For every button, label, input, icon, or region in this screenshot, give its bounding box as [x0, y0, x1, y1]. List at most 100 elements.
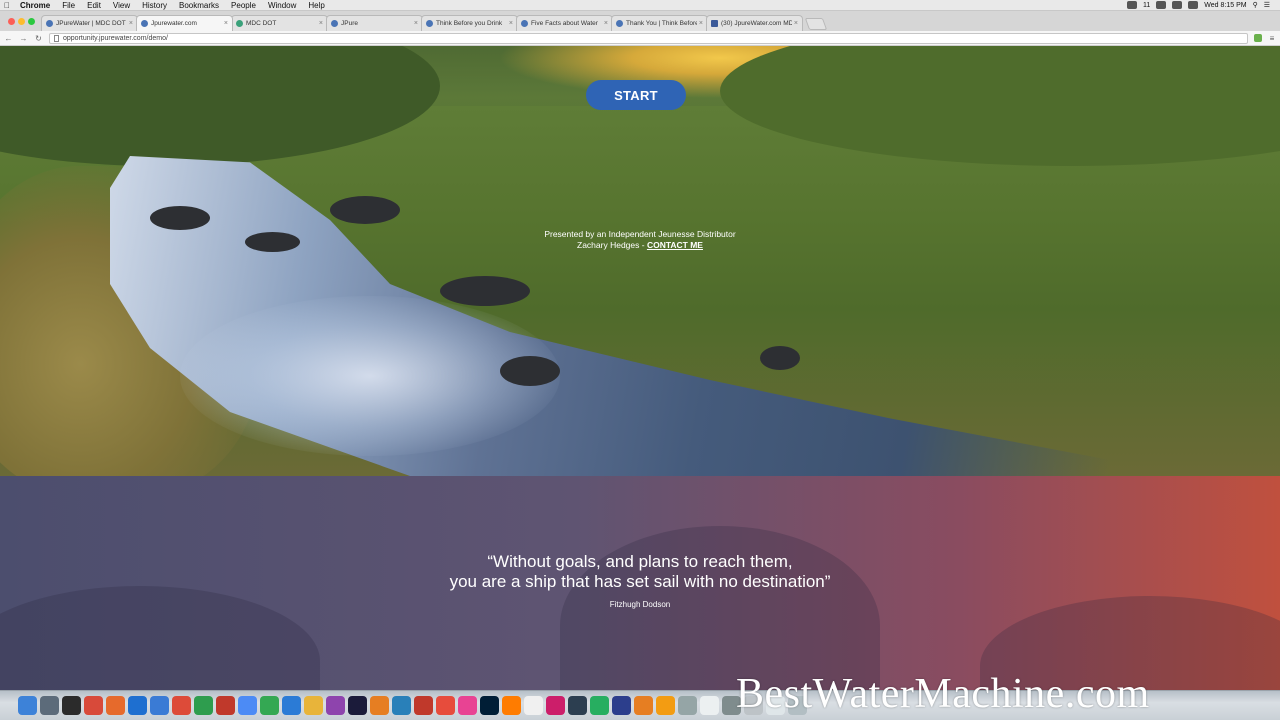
- close-tab-icon[interactable]: ×: [794, 20, 798, 27]
- menubar-clock[interactable]: Wed 8:15 PM: [1204, 2, 1246, 9]
- menu-app-name[interactable]: Chrome: [14, 0, 56, 11]
- dock-app-icon[interactable]: [348, 696, 367, 715]
- facebook-icon: [711, 20, 718, 27]
- dock-app-icon[interactable]: [260, 696, 279, 715]
- dock-app-icon[interactable]: [568, 696, 587, 715]
- close-tab-icon[interactable]: ×: [509, 20, 513, 27]
- dock-app-icon[interactable]: [590, 696, 609, 715]
- dock-app-icon[interactable]: [678, 696, 697, 715]
- address-bar[interactable]: opportunity.jpurewater.com/demo/: [49, 32, 1248, 44]
- dropbox-icon[interactable]: [1127, 1, 1138, 9]
- reload-icon[interactable]: ↻: [34, 34, 43, 43]
- rock: [245, 232, 300, 252]
- menu-edit[interactable]: Edit: [81, 0, 107, 11]
- rock: [330, 196, 400, 224]
- menu-history[interactable]: History: [136, 0, 173, 11]
- tab-title: JPure: [341, 20, 358, 27]
- close-window-icon[interactable]: [8, 18, 15, 25]
- new-tab-button[interactable]: [804, 18, 828, 30]
- dock-app-icon[interactable]: [150, 696, 169, 715]
- dock-app-icon[interactable]: [502, 696, 521, 715]
- back-arrow-icon[interactable]: ←: [4, 34, 13, 43]
- chrome-menu-icon[interactable]: ≡: [1268, 34, 1276, 43]
- dock-app-icon[interactable]: [40, 696, 59, 715]
- maximize-window-icon[interactable]: [28, 18, 35, 25]
- address-url: opportunity.jpurewater.com/demo/: [63, 34, 168, 42]
- tab-title: Five Facts about Water: [531, 20, 598, 27]
- dock-app-icon[interactable]: [656, 696, 675, 715]
- menu-window[interactable]: Window: [262, 0, 302, 11]
- tab-jpurewater-com[interactable]: Jpurewater.com ×: [136, 15, 233, 31]
- status-count: 11: [1143, 1, 1151, 9]
- dock-app-icon[interactable]: [612, 696, 631, 715]
- close-tab-icon[interactable]: ×: [604, 20, 608, 27]
- presented-line: Presented by an Independent Jeunesse Dis…: [544, 229, 736, 239]
- dock-app-icon[interactable]: [436, 696, 455, 715]
- dock-app-icon[interactable]: [18, 696, 37, 715]
- search-icon[interactable]: ⚲: [1253, 1, 1258, 9]
- dock-app-icon[interactable]: [172, 696, 191, 715]
- tab-jpure[interactable]: JPure ×: [326, 15, 423, 31]
- tab-title: Thank You | Think Before ...: [626, 20, 697, 27]
- window-controls: [4, 18, 41, 31]
- quote-author: Fitzhugh Dodson: [609, 600, 671, 609]
- tab-title: Jpurewater.com: [151, 20, 197, 27]
- dock-app-icon[interactable]: [194, 696, 213, 715]
- close-tab-icon[interactable]: ×: [699, 20, 703, 27]
- tab-thank-you[interactable]: Thank You | Think Before ... ×: [611, 15, 708, 31]
- dock-app-icon[interactable]: [370, 696, 389, 715]
- tab-facebook[interactable]: (30) JpureWater.com MDC... ×: [706, 15, 803, 31]
- dock-app-icon[interactable]: [458, 696, 477, 715]
- menu-bookmarks[interactable]: Bookmarks: [173, 0, 225, 11]
- dock-app-icon[interactable]: [238, 696, 257, 715]
- menu-file[interactable]: File: [56, 0, 81, 11]
- apple-menu-icon[interactable]: : [0, 1, 14, 10]
- battery-icon[interactable]: [1188, 1, 1199, 9]
- tab-title: MDC DOT: [246, 20, 277, 27]
- page-icon: [616, 20, 623, 27]
- dock-app-icon[interactable]: [634, 696, 653, 715]
- dock-app-icon[interactable]: [128, 696, 147, 715]
- contact-me-link[interactable]: CONTACT ME: [647, 240, 703, 250]
- volume-icon[interactable]: [1172, 1, 1183, 9]
- dock-app-icon[interactable]: [480, 696, 499, 715]
- menu-people[interactable]: People: [225, 0, 262, 11]
- start-button[interactable]: START: [586, 80, 686, 110]
- forward-arrow-icon[interactable]: →: [19, 34, 28, 43]
- extension-icon[interactable]: [1254, 34, 1262, 42]
- mac-menu-bar:  Chrome File Edit View History Bookmark…: [0, 0, 1280, 11]
- page-icon: [46, 20, 53, 27]
- tab-five-facts[interactable]: Five Facts about Water ×: [516, 15, 613, 31]
- browser-tab-strip: JPureWater | MDC DOT | ... × Jpurewater.…: [0, 11, 1280, 31]
- close-tab-icon[interactable]: ×: [129, 20, 133, 27]
- close-tab-icon[interactable]: ×: [224, 20, 228, 27]
- dock-app-icon[interactable]: [216, 696, 235, 715]
- dock-app-icon[interactable]: [304, 696, 323, 715]
- dock-app-icon[interactable]: [546, 696, 565, 715]
- dock-app-icon[interactable]: [282, 696, 301, 715]
- close-tab-icon[interactable]: ×: [414, 20, 418, 27]
- dock-app-icon[interactable]: [700, 696, 719, 715]
- page-icon: [426, 20, 433, 27]
- minimize-window-icon[interactable]: [18, 18, 25, 25]
- page-icon: [141, 20, 148, 27]
- menu-help[interactable]: Help: [302, 0, 330, 11]
- wifi-icon[interactable]: [1156, 1, 1167, 9]
- tab-title: JPureWater | MDC DOT | ...: [56, 20, 127, 27]
- distributor-name: Zachary Hedges -: [577, 240, 647, 250]
- dock-app-icon[interactable]: [392, 696, 411, 715]
- notifications-icon[interactable]: ☰: [1264, 1, 1270, 9]
- page-info-icon[interactable]: [54, 34, 59, 42]
- tab-think-before-you-drink[interactable]: Think Before you Drink ×: [421, 15, 518, 31]
- close-tab-icon[interactable]: ×: [319, 20, 323, 27]
- dock-app-icon[interactable]: [84, 696, 103, 715]
- dock-app-icon[interactable]: [106, 696, 125, 715]
- tab-mdc-dot[interactable]: MDC DOT ×: [231, 15, 328, 31]
- tab-jpurewater-mdc[interactable]: JPureWater | MDC DOT | ... ×: [41, 15, 138, 31]
- dock-app-icon[interactable]: [414, 696, 433, 715]
- dock-app-icon[interactable]: [62, 696, 81, 715]
- dock-app-icon[interactable]: [326, 696, 345, 715]
- rock: [440, 276, 530, 306]
- menu-view[interactable]: View: [107, 0, 136, 11]
- dock-app-icon[interactable]: [524, 696, 543, 715]
